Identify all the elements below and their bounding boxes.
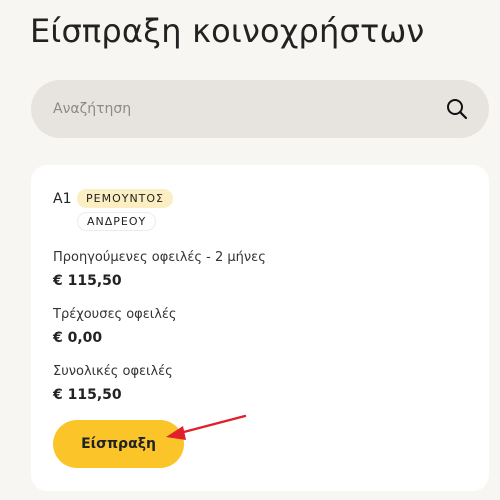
owner-firstname-badge: ΑΝΔΡΕΟΥ	[77, 212, 157, 231]
total-debts-label: Συνολικές οφειλές	[53, 364, 173, 379]
search-bar	[31, 80, 489, 138]
search-icon[interactable]	[445, 97, 469, 121]
owner-surname-badge: ΡΕΜΟΥΝΤΟΣ	[77, 189, 174, 208]
unit-card: Α1 ΡΕΜΟΥΝΤΟΣ ΑΝΔΡΕΟΥ Προηγούμενες οφειλέ…	[31, 165, 489, 491]
page-title: Είσπραξη κοινοχρήστων	[30, 12, 425, 50]
search-input[interactable]	[53, 101, 445, 117]
total-debts-value: € 115,50	[53, 387, 122, 403]
previous-debts-label: Προηγούμενες οφειλές - 2 μήνες	[53, 250, 266, 265]
unit-code: Α1	[53, 191, 72, 207]
current-debts-value: € 0,00	[53, 330, 103, 346]
previous-debts-value: € 115,50	[53, 273, 122, 289]
collect-button[interactable]: Είσπραξη	[53, 420, 184, 468]
current-debts-label: Τρέχουσες οφειλές	[53, 307, 177, 322]
